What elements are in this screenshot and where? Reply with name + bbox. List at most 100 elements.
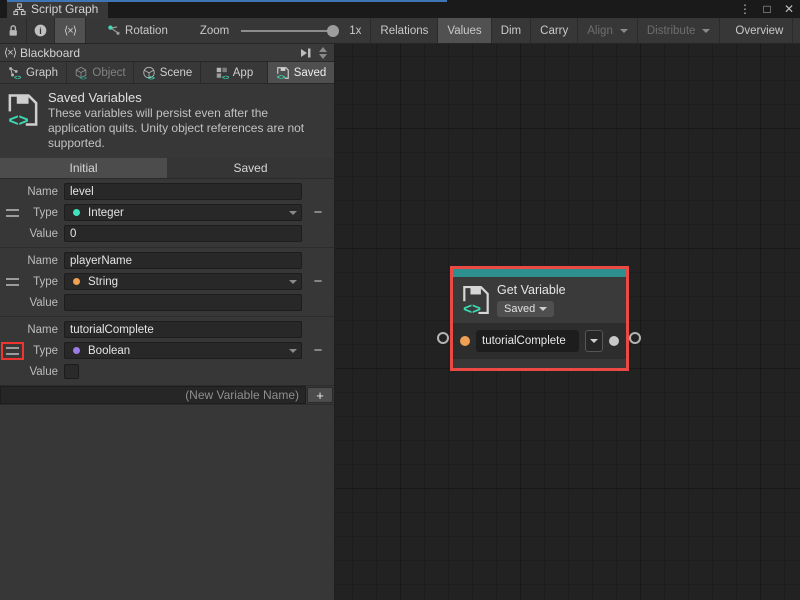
- graph-icon: <>: [8, 66, 22, 80]
- variables-icon: ⟨×⟩: [4, 46, 16, 59]
- info-icon: i: [34, 24, 47, 37]
- add-variable-button[interactable]: +: [307, 387, 333, 403]
- node-header: <> Get Variable Saved: [453, 277, 626, 323]
- name-input[interactable]: level: [64, 183, 302, 200]
- chevron-down-icon: [289, 349, 297, 353]
- carry-button[interactable]: Carry: [531, 18, 578, 43]
- align-button: Align: [578, 18, 638, 43]
- name-label: Name: [24, 186, 64, 198]
- type-color-dot: [73, 209, 80, 216]
- variable-scope-tabs: <> Graph <> Object <> Scene <>: [0, 62, 334, 84]
- floppy-icon: <>: [6, 92, 40, 154]
- type-label: Type: [24, 207, 64, 219]
- blackboard-header: ⟨×⟩ Blackboard: [0, 44, 334, 62]
- variable-name-dropdown[interactable]: [585, 330, 603, 352]
- tab-scene[interactable]: <> Scene: [134, 62, 201, 83]
- value-input[interactable]: 0: [64, 225, 302, 242]
- type-dropdown[interactable]: Integer: [64, 204, 302, 221]
- dock-icon[interactable]: [298, 47, 312, 59]
- remove-variable-button[interactable]: −: [302, 274, 334, 289]
- overview-button[interactable]: Overview: [726, 18, 793, 43]
- tab-label: Script Graph: [31, 2, 98, 16]
- value-label: Value: [24, 366, 64, 378]
- value-label: Value: [24, 228, 64, 240]
- type-dropdown[interactable]: String: [64, 273, 302, 290]
- svg-text:<>: <>: [80, 74, 88, 79]
- remove-variable-button[interactable]: −: [302, 205, 334, 220]
- zoom-value: 1x: [349, 25, 361, 37]
- name-input[interactable]: tutorialComplete: [64, 321, 302, 338]
- output-port[interactable]: [609, 336, 619, 346]
- blackboard-panel: ⟨×⟩ Blackboard <> Graph <>: [0, 44, 335, 600]
- relations-button[interactable]: Relations: [370, 18, 438, 43]
- type-dropdown[interactable]: Boolean: [64, 342, 302, 359]
- tab-script-graph[interactable]: Script Graph: [7, 0, 108, 18]
- value-checkbox[interactable]: [64, 364, 79, 379]
- value-input[interactable]: [64, 294, 302, 311]
- tab-graph[interactable]: <> Graph: [0, 62, 67, 83]
- svg-text:<>: <>: [14, 74, 22, 79]
- zoom-slider[interactable]: [241, 30, 337, 32]
- dim-button[interactable]: Dim: [492, 18, 531, 43]
- chevron-down-icon: [590, 339, 598, 343]
- maximize-icon[interactable]: □: [760, 2, 774, 16]
- tab-app[interactable]: <> App: [201, 62, 268, 83]
- node-footer: [453, 359, 626, 368]
- floppy-icon: <>: [276, 66, 290, 80]
- variable-name-input[interactable]: tutorialComplete: [476, 330, 579, 352]
- lock-button[interactable]: [0, 18, 27, 43]
- new-variable-input[interactable]: (New Variable Name): [0, 386, 306, 404]
- svg-text:<>: <>: [222, 74, 229, 79]
- scope-dropdown[interactable]: Saved: [497, 301, 554, 317]
- variables-toggle-button[interactable]: ⟨×⟩: [55, 18, 86, 43]
- floppy-icon: <>: [461, 284, 491, 316]
- node-output-ring[interactable]: [629, 332, 641, 344]
- arrow-down-icon[interactable]: [319, 54, 327, 59]
- window-menu-icon[interactable]: ⋮: [738, 2, 752, 16]
- scroll-stepper[interactable]: [316, 47, 330, 59]
- remove-variable-button[interactable]: −: [302, 343, 334, 358]
- values-button[interactable]: Values: [438, 18, 491, 43]
- zoom-control: Zoom 1x: [191, 18, 371, 43]
- script-graph-icon: [13, 3, 26, 16]
- distribute-button: Distribute: [638, 18, 721, 43]
- name-label: Name: [24, 324, 64, 336]
- lock-icon: [7, 24, 19, 37]
- info-title: Saved Variables: [48, 90, 326, 105]
- value-label: Value: [24, 297, 64, 309]
- node-color-strip: [453, 269, 626, 277]
- blackboard-title: Blackboard: [20, 46, 294, 60]
- close-icon[interactable]: ✕: [782, 2, 796, 16]
- drag-handle-icon[interactable]: [6, 209, 19, 217]
- subtab-initial[interactable]: Initial: [0, 158, 167, 178]
- variable-row-level: Name level Type Integer − Value 0: [0, 179, 334, 248]
- tab-saved[interactable]: <> Saved: [268, 62, 334, 83]
- node-input-ring[interactable]: [437, 332, 449, 344]
- node-body: tutorialComplete: [453, 323, 626, 359]
- full-screen-button[interactable]: Full Screen: [793, 18, 800, 43]
- input-port[interactable]: [460, 336, 470, 346]
- subtab-saved[interactable]: Saved: [167, 158, 334, 178]
- scene-icon: <>: [142, 66, 156, 80]
- cube-icon: <>: [74, 66, 88, 80]
- chevron-down-icon: [620, 29, 628, 33]
- arrow-up-icon[interactable]: [319, 47, 327, 52]
- initial-saved-tabs: Initial Saved: [0, 158, 334, 178]
- rotation-indicator: Rotation: [98, 18, 177, 43]
- chevron-down-icon: [289, 211, 297, 215]
- svg-text:<>: <>: [147, 74, 155, 79]
- name-input[interactable]: playerName: [64, 252, 302, 269]
- new-variable-row: (New Variable Name) +: [0, 386, 334, 405]
- zoom-label: Zoom: [200, 25, 229, 37]
- get-variable-node[interactable]: <> Get Variable Saved tutorialComplete: [450, 266, 629, 371]
- graph-canvas[interactable]: <> Get Variable Saved tutorialComplete: [335, 44, 800, 600]
- variable-list: Name level Type Integer − Value 0 Name p…: [0, 178, 334, 405]
- drag-handle-icon[interactable]: [6, 347, 19, 355]
- type-color-dot: [73, 278, 80, 285]
- title-bar: Script Graph ⋮ □ ✕: [0, 0, 800, 18]
- zoom-slider-handle[interactable]: [327, 25, 339, 37]
- info-button[interactable]: i: [27, 18, 55, 43]
- drag-handle-icon[interactable]: [6, 278, 19, 286]
- variable-row-playerName: Name playerName Type String − Value: [0, 248, 334, 317]
- tab-object: <> Object: [67, 62, 134, 83]
